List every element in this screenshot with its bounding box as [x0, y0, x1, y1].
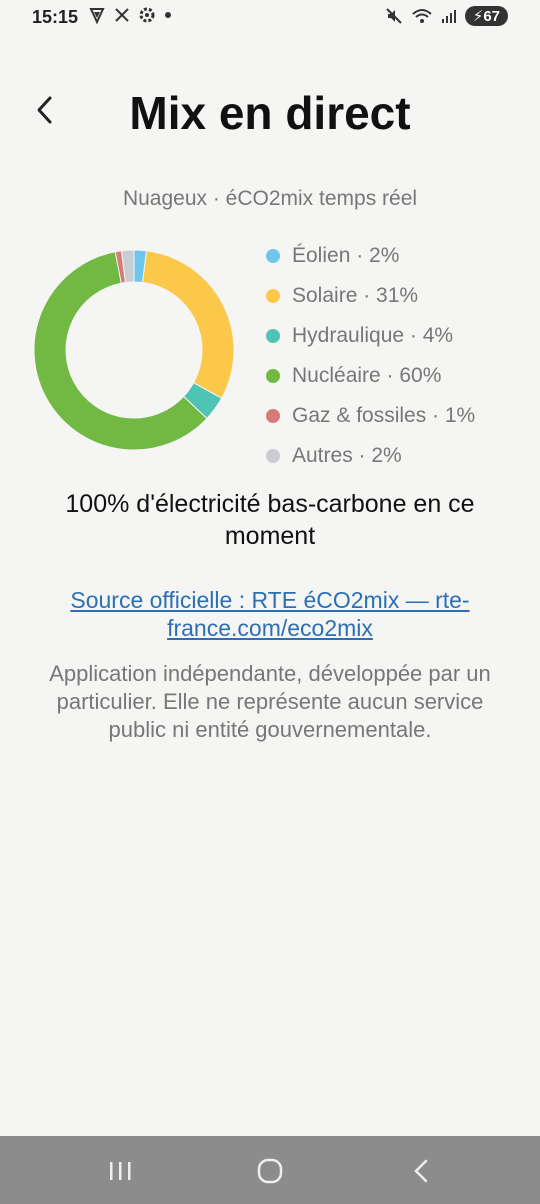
- low-carbon-statement: 100% d'électricité bas-carbone en ce mom…: [65, 490, 475, 550]
- battery-indicator: ⚡67: [464, 6, 508, 26]
- energy-mix-legend: Éolien · 2% Solaire · 31% Hydraulique · 4%…: [266, 236, 475, 476]
- status-icons-left: [88, 6, 172, 24]
- legend-label: Éolien · 2%: [292, 244, 400, 267]
- legend-dot-icon: [266, 249, 280, 263]
- disclaimer-text: Application indépendante, développée par…: [49, 661, 491, 742]
- legend-label: Autres · 2%: [292, 444, 402, 467]
- legend-label: Gaz & fossiles · 1%: [292, 404, 476, 427]
- legend-item: Hydraulique · 4%: [266, 316, 475, 356]
- legend-dot-icon: [266, 289, 280, 303]
- back-nav-icon[interactable]: [402, 1156, 442, 1186]
- energy-mix-donut-chart: [32, 248, 236, 452]
- status-bar: 15:15 ⚡67: [0, 0, 540, 36]
- system-navigation-bar: [0, 1136, 540, 1204]
- legend-dot-icon: [266, 409, 280, 423]
- signal-icon: [441, 10, 456, 23]
- vpn-shield-icon: [89, 8, 105, 24]
- header: Mix en direct: [0, 84, 540, 144]
- donut-svg: [33, 249, 235, 451]
- donut-slice-1: [141, 250, 235, 399]
- battery-level: 67: [483, 8, 500, 25]
- wifi-icon: [412, 9, 432, 23]
- mute-icon: [386, 8, 402, 24]
- legend-label: Hydraulique · 4%: [292, 324, 454, 347]
- page-title: Mix en direct: [129, 87, 411, 139]
- legend-label: Nucléaire · 60%: [292, 364, 442, 387]
- home-icon[interactable]: [250, 1156, 290, 1186]
- legend-item: Solaire · 31%: [266, 276, 475, 316]
- legend-dot-icon: [266, 369, 280, 383]
- weather-subtitle: Nuageux · éCO2mix temps réel: [122, 187, 418, 210]
- legend-item: Nucléaire · 60%: [266, 356, 475, 396]
- recent-apps-icon[interactable]: [100, 1156, 140, 1186]
- source-link[interactable]: Source officielle : RTE éCO2mix — rte-fr…: [60, 586, 480, 642]
- legend-item: Gaz & fossiles · 1%: [266, 396, 475, 436]
- settings-gear-icon: [139, 7, 155, 23]
- legend-label: Solaire · 31%: [292, 284, 419, 307]
- legend-item: Autres · 2%: [266, 436, 475, 476]
- x-logo-icon: [115, 8, 129, 22]
- notification-dot-icon: [165, 12, 171, 18]
- legend-dot-icon: [266, 329, 280, 343]
- legend-dot-icon: [266, 449, 280, 463]
- legend-item: Éolien · 2%: [266, 236, 475, 276]
- status-time: 15:15: [32, 7, 79, 27]
- status-icons-right: ⚡67: [385, 6, 508, 26]
